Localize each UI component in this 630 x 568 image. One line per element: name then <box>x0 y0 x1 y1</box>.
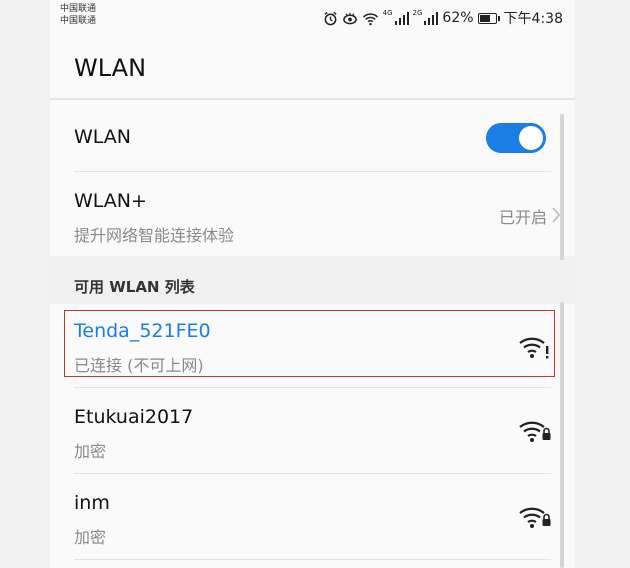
page-header: WLAN <box>50 36 575 100</box>
network-item-inm[interactable]: inm 加密 <box>50 474 575 560</box>
status-bar: 中国联通 中国联通 4G 2G 62% 下午4:38 <box>50 0 575 36</box>
divider <box>74 559 551 560</box>
scrollbar[interactable] <box>560 114 564 568</box>
signal-icon-1 <box>394 11 409 25</box>
network-status: 加密 <box>74 528 107 547</box>
toggle-knob <box>519 126 543 150</box>
carrier-2: 中国联通 <box>60 16 97 26</box>
connected-network-highlight <box>64 310 555 377</box>
alarm-icon <box>324 11 337 25</box>
wlan-plus-status: 已开启 <box>498 208 547 227</box>
eye-comfort-icon <box>342 12 357 24</box>
wlan-toggle-row[interactable]: WLAN <box>50 100 575 172</box>
section-title: 可用 WLAN 列表 <box>74 278 195 296</box>
wifi-locked-icon <box>519 421 551 442</box>
settings-list: WLAN WLAN+ 提升网络智能连接体验 已开启 可用 WLAN 列表 Ten… <box>50 100 575 568</box>
network-ssid: inm <box>74 492 110 514</box>
battery-icon <box>477 12 500 24</box>
wlan-plus-row[interactable]: WLAN+ 提升网络智能连接体验 <box>50 172 575 256</box>
network-type-2: 2G <box>412 9 423 17</box>
wifi-locked-icon <box>519 507 551 528</box>
network-item-etukuai[interactable]: Etukuai2017 加密 <box>50 388 575 474</box>
wlan-plus-subtitle: 提升网络智能连接体验 <box>74 226 235 245</box>
wlan-toggle-switch[interactable] <box>486 123 546 153</box>
page-title: WLAN <box>74 54 147 82</box>
network-ssid: Etukuai2017 <box>74 406 194 428</box>
network-type-1: 4G <box>382 9 393 17</box>
wifi-status-icon <box>362 12 378 25</box>
carrier-1: 中国联通 <box>60 4 97 14</box>
signal-icon-2 <box>424 11 439 25</box>
status-icons: 4G 2G 62% 下午4:38 <box>323 8 563 28</box>
network-status: 加密 <box>74 442 107 461</box>
wlan-plus-title: WLAN+ <box>74 190 147 212</box>
clock: 下午4:38 <box>503 11 563 27</box>
wlan-toggle-label: WLAN <box>74 126 132 148</box>
phone-screen: 中国联通 中国联通 4G 2G 62% 下午4:38 WLAN WLAN WLA… <box>50 0 575 568</box>
section-header: 可用 WLAN 列表 <box>50 256 575 304</box>
battery-percent: 62% <box>442 10 474 26</box>
